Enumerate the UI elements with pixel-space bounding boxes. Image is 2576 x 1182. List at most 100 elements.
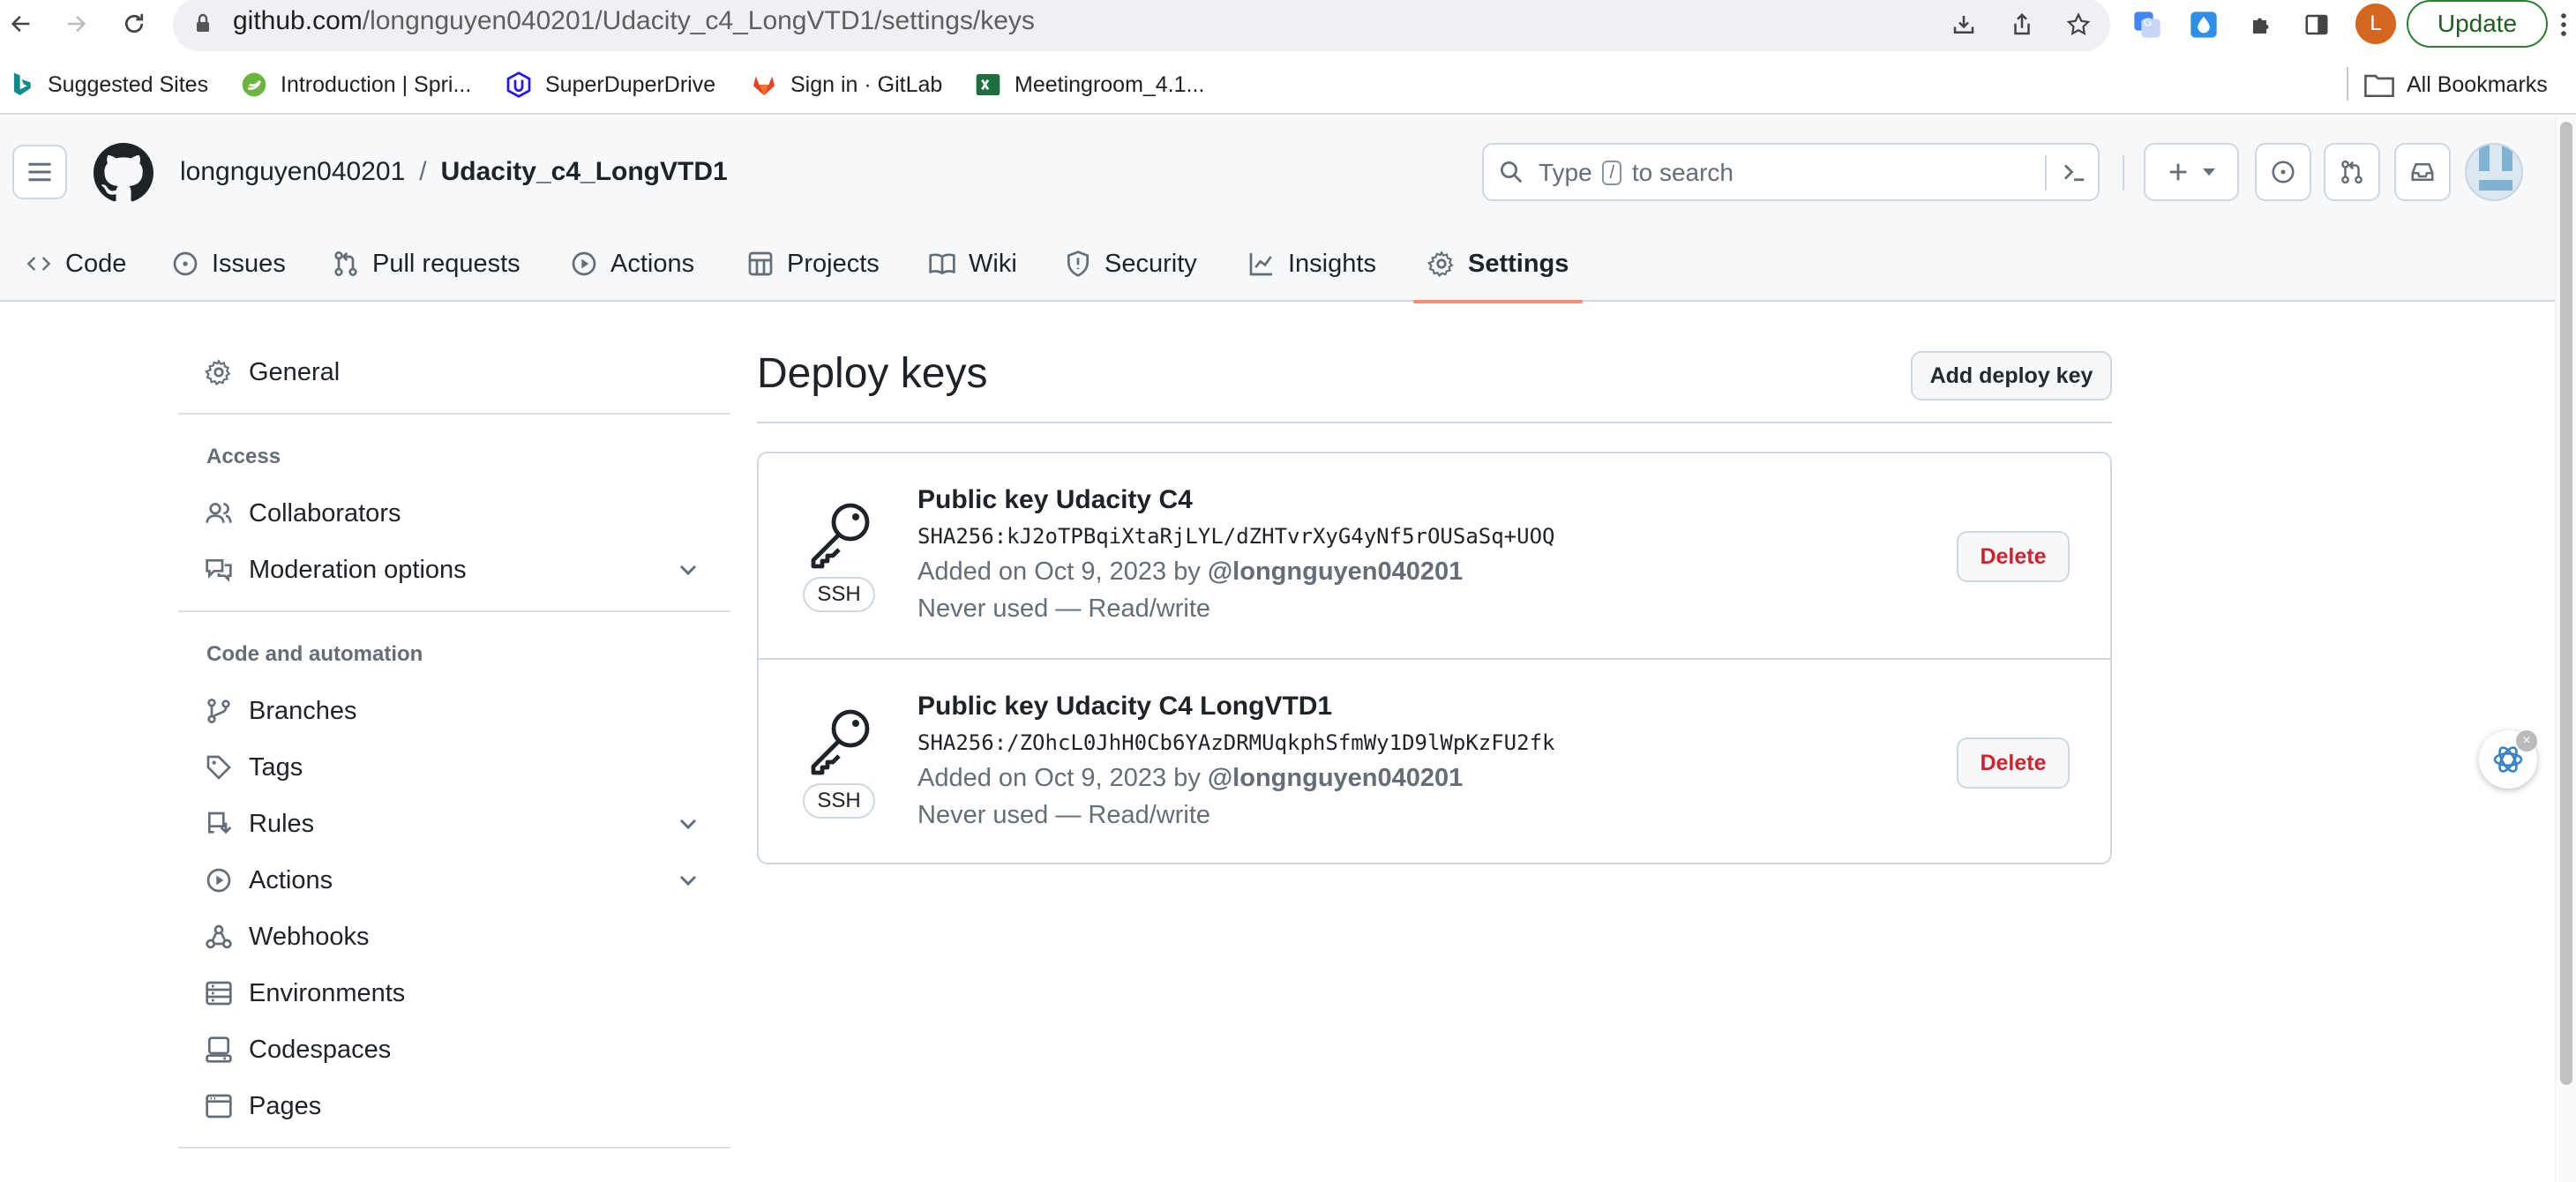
repo-push-icon: [208, 812, 232, 834]
search-prefix: Type: [1539, 159, 1592, 186]
install-app-button[interactable]: [1946, 7, 1981, 42]
breadcrumb: longnguyen040201 / Udacity_c4_LongVTD1: [180, 155, 728, 189]
deploy-keys-list: SSH Public key Udacity C4 SHA256:kJ2oTPB…: [757, 452, 2112, 864]
side-panel-button[interactable]: [2299, 7, 2334, 42]
play-icon: [572, 251, 596, 276]
sidebar-item-label: Actions: [249, 865, 333, 894]
user-avatar[interactable]: [2465, 143, 2523, 201]
google-translate-icon: G: [2134, 11, 2160, 38]
delete-key-button[interactable]: Delete: [1957, 531, 2070, 582]
sidebar-item-general[interactable]: General: [205, 348, 340, 397]
search-placeholder: Type / to search: [1539, 159, 1734, 187]
people-icon: [206, 503, 232, 523]
all-bookmarks-button[interactable]: All Bookmarks: [2364, 67, 2548, 102]
sidebar-item-label: Environments: [249, 978, 406, 1007]
search-input[interactable]: Type / to search: [1482, 143, 2100, 201]
browser-menu-button[interactable]: [2555, 7, 2572, 42]
sidebar-item-actions[interactable]: Actions: [205, 856, 333, 905]
sidebar-item-collaborators[interactable]: Collaborators: [205, 489, 401, 538]
forward-button[interactable]: [56, 5, 95, 42]
bookmark-star-button[interactable]: [2061, 7, 2096, 42]
tab-code[interactable]: Code: [25, 226, 126, 302]
key-added-by-user[interactable]: @longnguyen040201: [1208, 557, 1463, 586]
github-logo-icon[interactable]: [94, 143, 154, 203]
tab-settings[interactable]: Settings: [1412, 226, 1584, 303]
water-extension[interactable]: [2186, 7, 2221, 42]
site-info-icon[interactable]: [192, 12, 213, 35]
tab-security[interactable]: Security: [1064, 226, 1197, 302]
sidebar-item-moderation[interactable]: Moderation options: [205, 545, 467, 595]
issues-button[interactable]: [2255, 143, 2311, 201]
sidebar-item-pages[interactable]: Pages: [205, 1081, 321, 1131]
repo-owner-link[interactable]: longnguyen040201: [180, 157, 405, 186]
extensions-button[interactable]: [2244, 7, 2280, 42]
shield-icon: [1067, 251, 1089, 277]
address-bar[interactable]: github.com/longnguyen040201/Udacity_c4_L…: [173, 0, 2110, 51]
share-button[interactable]: [2004, 7, 2040, 42]
play-icon: [206, 868, 231, 893]
bookmark-superduperdrive[interactable]: SuperDuperDrive: [505, 67, 715, 102]
arrow-left-icon: [11, 15, 30, 33]
sidebar-item-environments[interactable]: Environments: [205, 969, 405, 1018]
sidebar-item-rules[interactable]: Rules: [205, 799, 314, 849]
bookmark-spring[interactable]: Introduction | Spri...: [240, 67, 471, 102]
issue-opened-icon: [2272, 161, 2295, 183]
tab-insights[interactable]: Insights: [1247, 226, 1376, 302]
sidebar-item-label: Pages: [249, 1091, 322, 1120]
pull-requests-button[interactable]: [2324, 143, 2380, 201]
table-icon: [748, 251, 773, 276]
repo-header: longnguyen040201 / Udacity_c4_LongVTD1 Typ…: [0, 116, 2555, 303]
sidebar-item-label: Webhooks: [249, 922, 370, 951]
close-icon[interactable]: ×: [2516, 730, 2537, 752]
bookmark-meetingroom[interactable]: Meetingroom_4.1...: [974, 67, 1204, 102]
tab-label: Insights: [1288, 249, 1376, 278]
tab-label: Pull requests: [372, 249, 520, 278]
scrollbar-thumb[interactable]: [2560, 122, 2572, 1085]
tab-label: Wiki: [969, 249, 1017, 278]
sidebar-item-codespaces[interactable]: Codespaces: [205, 1025, 391, 1074]
tab-pull-requests[interactable]: Pull requests: [332, 226, 520, 302]
key-icon: [811, 709, 870, 775]
bookmark-gitlab[interactable]: Sign in · GitLab: [750, 67, 942, 102]
deploy-key-row: SSH Public key Udacity C4 LongVTD1 SHA25…: [759, 658, 2110, 863]
tab-actions[interactable]: Actions: [570, 226, 694, 302]
inbox-button[interactable]: [2394, 143, 2451, 201]
command-palette-icon[interactable]: [2059, 159, 2089, 185]
repo-name-link[interactable]: Udacity_c4_LongVTD1: [441, 157, 728, 186]
search-shortcut-key: /: [1602, 161, 1622, 185]
bookmark-label: Introduction | Spri...: [281, 71, 472, 97]
bookmark-suggested-sites[interactable]: Suggested Sites: [7, 67, 208, 102]
tab-wiki[interactable]: Wiki: [928, 226, 1017, 302]
chevron-down-icon[interactable]: [674, 866, 702, 894]
chevron-down-icon[interactable]: [674, 810, 702, 838]
add-deploy-key-button[interactable]: Add deploy key: [1911, 351, 2112, 400]
svg-text:G: G: [2144, 16, 2152, 28]
sidebar-item-webhooks[interactable]: Webhooks: [205, 912, 370, 961]
reload-button[interactable]: [115, 5, 154, 42]
tab-issues[interactable]: Issues: [171, 226, 286, 302]
key-added-by-user[interactable]: @longnguyen040201: [1208, 764, 1463, 792]
chevron-down-icon[interactable]: [674, 556, 702, 584]
update-button[interactable]: Update: [2407, 0, 2548, 48]
translate-extension[interactable]: G: [2130, 7, 2165, 42]
branch-icon: [207, 699, 230, 723]
back-button[interactable]: [2, 5, 41, 42]
sidebar-item-tags[interactable]: Tags: [205, 743, 303, 792]
sidebar-item-branches[interactable]: Branches: [205, 686, 357, 736]
excel-icon: [976, 74, 1000, 95]
tab-projects[interactable]: Projects: [746, 226, 880, 302]
create-new-button[interactable]: [2144, 143, 2239, 201]
tab-label: Actions: [610, 249, 695, 278]
search-divider: [2045, 155, 2047, 191]
sidebar-heading-code-automation: Code and automation: [206, 642, 423, 666]
delete-key-button[interactable]: Delete: [1957, 737, 2070, 789]
key-usage: Never used — Read/write: [917, 801, 1211, 829]
profile-avatar[interactable]: L: [2355, 4, 2396, 44]
plus-icon: [2169, 163, 2187, 181]
sidebar-item-label: Branches: [249, 696, 357, 725]
side-panel-icon: [2305, 14, 2328, 35]
hamburger-icon: [28, 162, 51, 182]
bookmark-label: Sign in · GitLab: [790, 71, 943, 97]
graph-icon: [1249, 253, 1272, 276]
global-nav-menu-button[interactable]: [12, 145, 67, 199]
